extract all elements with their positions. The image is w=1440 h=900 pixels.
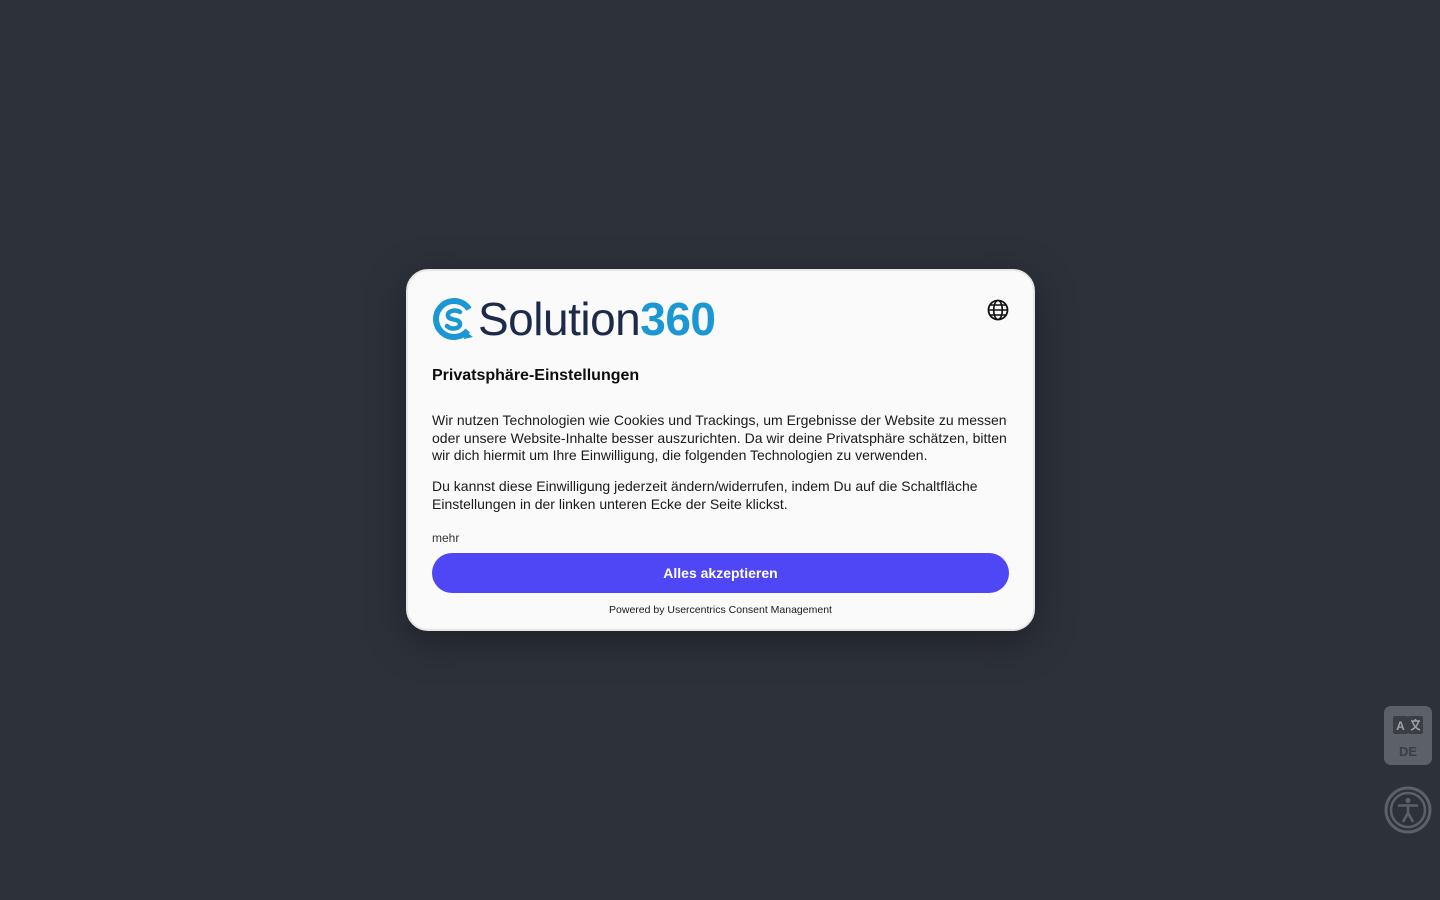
powered-by-text: Powered by Usercentrics Consent Manageme… [609,604,832,616]
consent-dialog: Solution360 Privatsphäre-Einstellungen W… [406,269,1035,631]
logo-mark-icon [433,298,475,340]
logo-word: Solution [478,293,641,345]
consent-description: Wir nutzen Technologien wie Cookies und … [432,412,1007,463]
logo-wordmark: Solution360 [478,293,716,345]
more-link[interactable]: mehr [432,531,459,545]
logo-number: 360 [640,293,716,345]
accessibility-icon[interactable] [1384,786,1432,834]
accept-all-button[interactable]: Alles akzeptieren [432,553,1009,593]
language-switcher[interactable]: A DE [1384,706,1432,765]
svg-text:A: A [1396,719,1405,733]
page-backdrop: Solution360 Privatsphäre-Einstellungen W… [0,0,1440,900]
dialog-title: Privatsphäre-Einstellungen [432,367,640,384]
consent-revoke-info: Du kannst diese Einwilligung jederzeit ä… [432,478,978,512]
globe-icon[interactable] [986,298,1010,322]
solution360-logo: Solution360 [432,293,716,345]
language-code: DE [1398,744,1418,759]
translate-icon: A [1393,716,1423,734]
